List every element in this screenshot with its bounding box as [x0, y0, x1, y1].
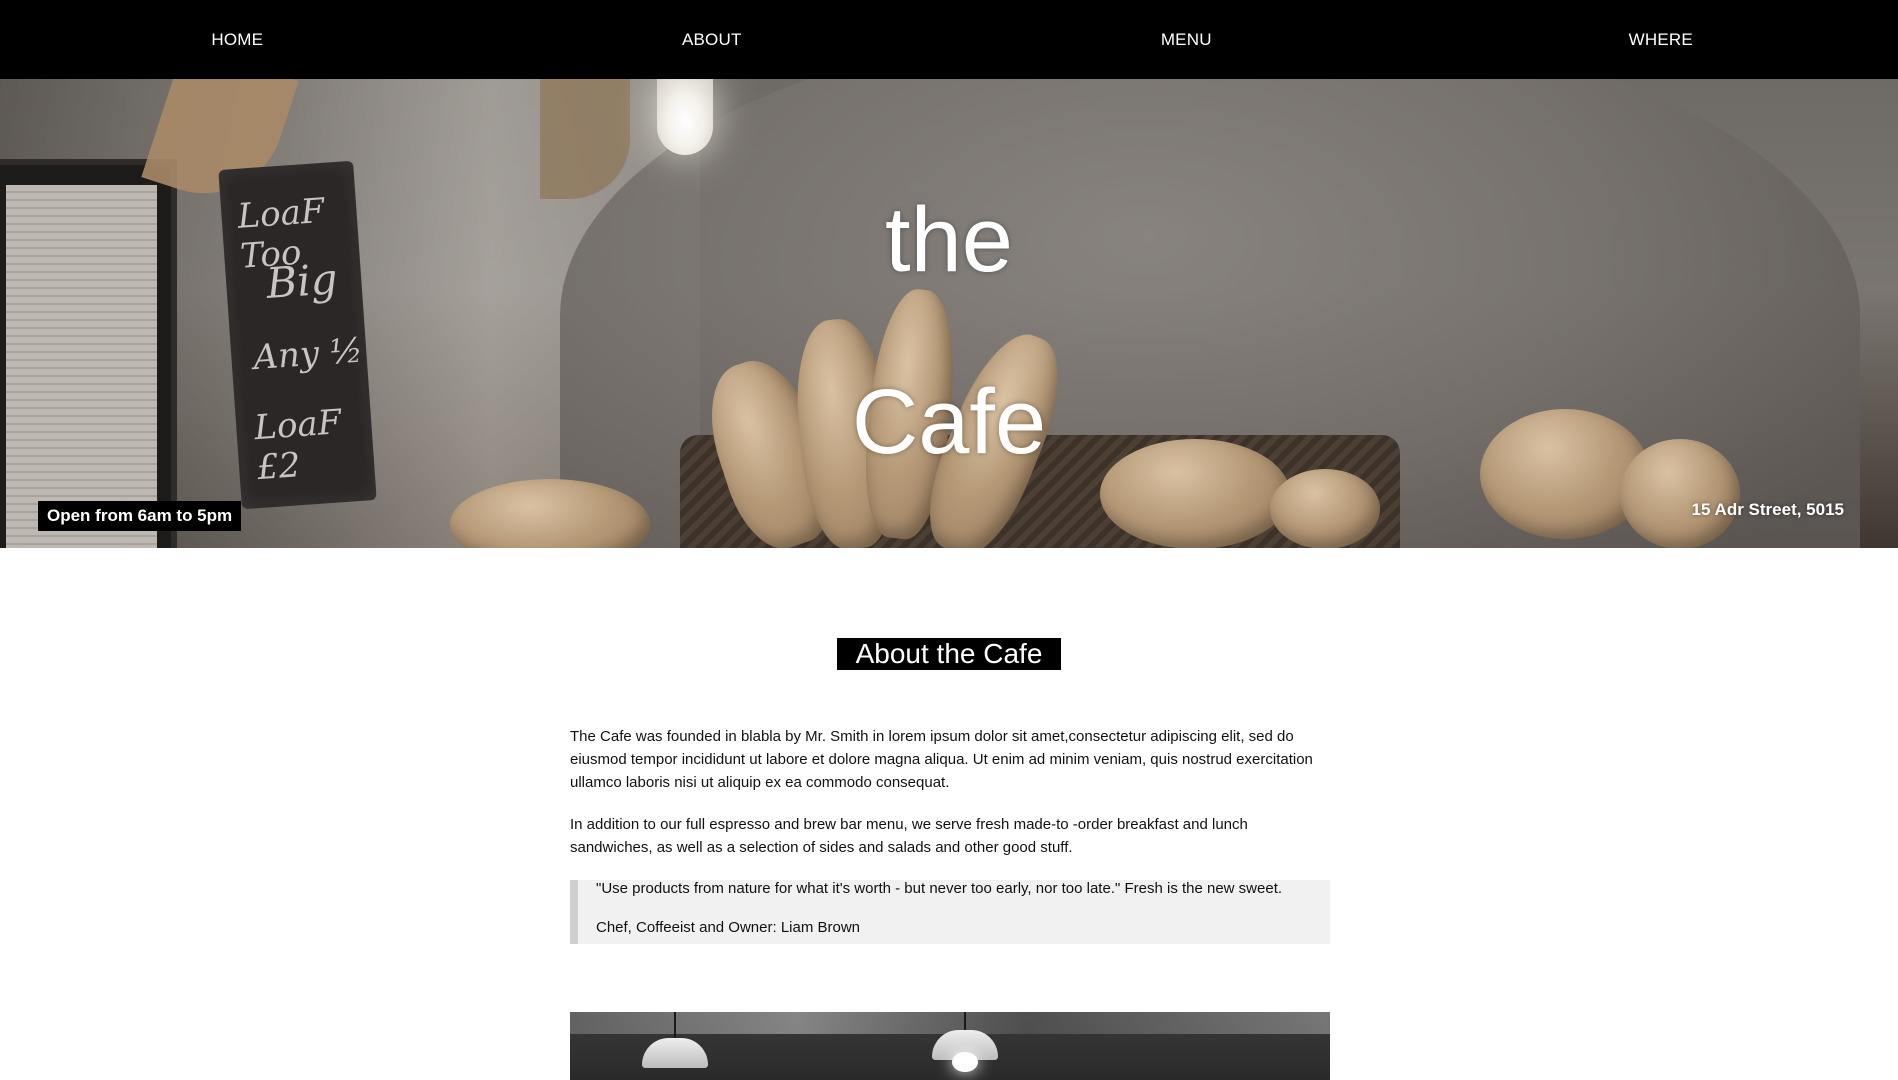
hero-title-line2: Cafe	[851, 371, 1047, 473]
photo-lamp-glow	[952, 1052, 978, 1072]
nav-link-home[interactable]: HOME	[0, 30, 475, 50]
about-content: The Cafe was founded in blabla by Mr. Sm…	[570, 725, 1330, 959]
hero-title: the Cafe	[0, 149, 1898, 513]
about-paragraph: In addition to our full espresso and bre…	[570, 816, 1248, 856]
cafe-interior-photo	[570, 1012, 1330, 1080]
hero-banner: LoaF Too Big Any ½ LoaF £2 the Cafe Open…	[0, 79, 1898, 548]
nav-link-menu[interactable]: MENU	[949, 30, 1424, 50]
about-heading: About the Cafe	[836, 638, 1062, 670]
nav-link-where[interactable]: WHERE	[1424, 30, 1898, 50]
about-paragraph: The Cafe was founded in blabla by Mr. Sm…	[570, 728, 1313, 791]
hero-title-line1: the	[885, 189, 1013, 291]
opening-hours-badge: Open from 6am to 5pm	[38, 501, 242, 531]
top-navigation: HOME ABOUT MENU WHERE	[0, 0, 1898, 79]
quote-author: Chef, Coffeeist and Owner: Liam Brown	[596, 919, 861, 936]
hero-lamp	[657, 79, 713, 155]
nav-link-about[interactable]: ABOUT	[475, 30, 950, 50]
quote-text: "Use products from nature for what it's …	[596, 880, 1283, 897]
address-text: 15 Adr Street, 5015	[1691, 500, 1844, 519]
photo-pendant-lamp	[642, 1038, 708, 1068]
chef-quote: "Use products from nature for what it's …	[570, 880, 1330, 944]
